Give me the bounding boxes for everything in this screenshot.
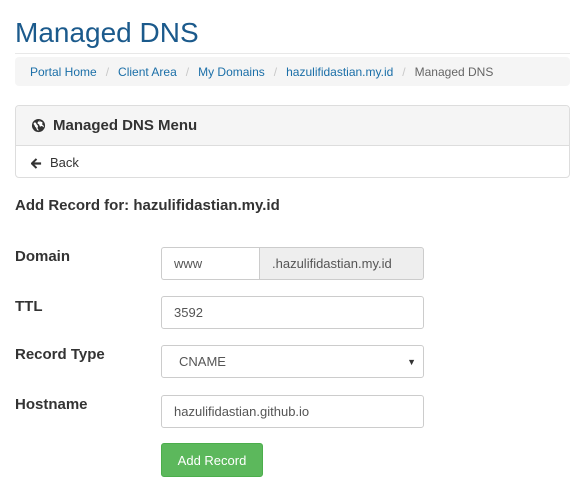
ttl-input[interactable] [161, 296, 424, 329]
domain-label: Domain [15, 248, 71, 265]
menu-panel-heading: Managed DNS Menu [16, 106, 569, 146]
record-type-label: Record Type [15, 346, 105, 363]
add-record-heading: Add Record for: hazulifidastian.my.id [15, 197, 280, 214]
record-type-select[interactable]: CNAME ▼ [161, 345, 424, 378]
breadcrumb-client-area[interactable]: Client Area [118, 65, 177, 79]
caret-down-icon: ▼ [407, 357, 416, 367]
breadcrumb-separator: / [185, 64, 190, 79]
back-link[interactable]: Back [30, 154, 79, 170]
globe-icon [31, 118, 46, 133]
breadcrumb-current: Managed DNS [414, 64, 494, 79]
breadcrumb: Portal Home / Client Area / My Domains /… [15, 57, 570, 86]
title-divider [15, 53, 570, 54]
ttl-label: TTL [15, 298, 43, 315]
add-record-button[interactable]: Add Record [161, 443, 263, 477]
menu-panel-body: Back [16, 146, 569, 177]
back-label: Back [50, 154, 79, 170]
breadcrumb-domain[interactable]: hazulifidastian.my.id [286, 65, 393, 79]
domain-input[interactable] [161, 247, 260, 280]
hostname-input[interactable] [161, 395, 424, 428]
domain-suffix: .hazulifidastian.my.id [259, 247, 424, 280]
page-title: Managed DNS [15, 17, 199, 48]
menu-panel: Managed DNS Menu Back [15, 105, 570, 178]
menu-panel-title: Managed DNS Menu [53, 117, 198, 134]
breadcrumb-separator: / [402, 64, 406, 79]
breadcrumb-separator: / [273, 64, 278, 79]
arrow-left-icon [30, 157, 42, 169]
hostname-label: Hostname [15, 396, 88, 413]
breadcrumb-portal-home[interactable]: Portal Home [30, 65, 97, 79]
record-type-value: CNAME [179, 354, 226, 369]
breadcrumb-separator: / [105, 64, 110, 79]
breadcrumb-my-domains[interactable]: My Domains [198, 65, 265, 79]
